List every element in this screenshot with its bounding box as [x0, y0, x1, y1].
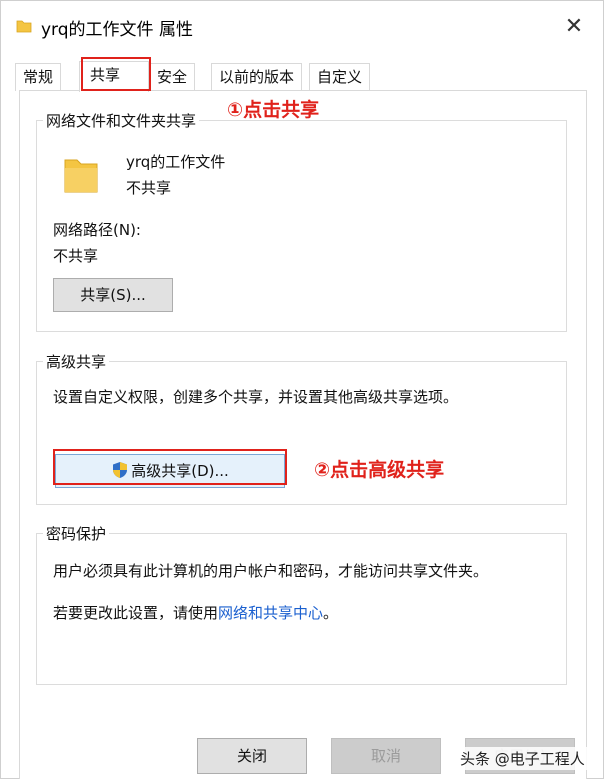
network-path-label: 网络路径(N):	[53, 221, 141, 239]
share-status: 不共享	[126, 179, 172, 197]
folder-icon	[16, 20, 32, 33]
change-prefix: 若要更改此设置，请使用	[53, 604, 219, 622]
title-bar: yrq的工作文件 属性 ✕	[1, 1, 603, 53]
advanced-button-highlight-box	[53, 449, 287, 485]
folder-name: yrq的工作文件	[126, 153, 226, 171]
properties-dialog: yrq的工作文件 属性 ✕ 常规 共享 安全 以前的版本 自定义 ①点击共享 网…	[0, 0, 604, 779]
annotation-step1: ①点击共享	[227, 99, 320, 121]
group-title: 密码保护	[43, 523, 110, 544]
cancel-button[interactable]: 取消	[331, 738, 441, 774]
annotation-step2: ②点击高级共享	[314, 459, 445, 481]
advanced-sharing-description: 设置自定义权限，创建多个共享，并设置其他高级共享选项。	[53, 388, 459, 406]
close-icon[interactable]: ✕	[559, 13, 589, 41]
window-title: yrq的工作文件 属性	[41, 20, 193, 40]
password-change-text: 若要更改此设置，请使用网络和共享中心。	[53, 602, 338, 623]
folder-icon	[64, 159, 98, 193]
tab-security[interactable]: 安全	[149, 63, 196, 91]
tab-general[interactable]: 常规	[15, 63, 62, 91]
sharing-panel: 网络文件和文件夹共享 yrq的工作文件 不共享 网络路径(N): 不共享 共享(…	[19, 90, 587, 779]
tab-customize[interactable]: 自定义	[309, 63, 371, 91]
group-title: 高级共享	[43, 351, 110, 372]
tab-highlight-box	[81, 57, 151, 91]
network-path-value: 不共享	[53, 247, 99, 265]
network-sharing-group: 网络文件和文件夹共享 yrq的工作文件 不共享 网络路径(N): 不共享 共享(…	[36, 110, 567, 332]
share-button[interactable]: 共享(S)...	[53, 278, 173, 312]
close-button[interactable]: 关闭	[197, 738, 307, 774]
network-sharing-center-link[interactable]: 网络和共享中心	[218, 604, 323, 622]
change-suffix: 。	[323, 604, 339, 622]
tab-previous-versions[interactable]: 以前的版本	[211, 63, 303, 91]
watermark: 头条 @电子工程人	[456, 747, 589, 770]
password-description: 用户必须具有此计算机的用户帐户和密码，才能访问共享文件夹。	[53, 562, 489, 580]
group-title: 网络文件和文件夹共享	[43, 110, 200, 131]
password-protection-group: 密码保护 用户必须具有此计算机的用户帐户和密码，才能访问共享文件夹。 若要更改此…	[36, 523, 567, 685]
